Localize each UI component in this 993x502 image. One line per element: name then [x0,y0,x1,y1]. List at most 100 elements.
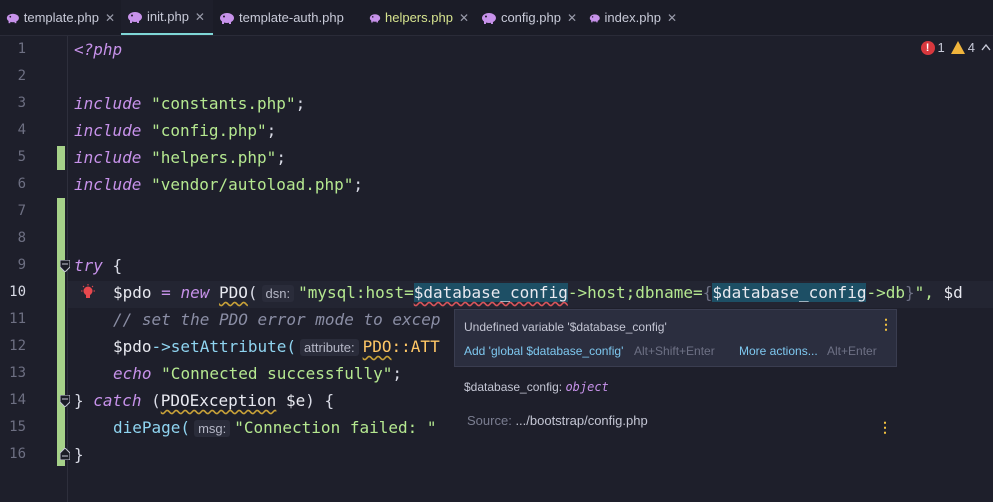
parameter-hint: attribute: [300,339,359,356]
line-number: 4 [17,122,26,138]
class-name: PDO [218,283,248,302]
fold-icon[interactable] [60,260,70,272]
code-line[interactable]: try { [74,252,122,279]
code-line[interactable]: // set the PDO error mode to excep [113,306,441,333]
line-number: 14 [9,392,26,408]
string-literal: "Connection failed: " [234,418,437,437]
php-open-tag: <?php [74,40,123,59]
tab-helpers-php[interactable]: helpers.php ✕ [363,0,475,35]
keyword: include [74,94,142,113]
line-number: 1 [17,41,26,57]
line-number: 7 [17,203,26,219]
tab-template-php[interactable]: template.php ✕ [0,0,121,35]
lightbulb-icon[interactable] [80,284,96,302]
operator: = [151,283,181,302]
string-literal: "constants.php" [151,94,296,113]
string-literal: "config.php" [151,121,267,140]
code-line[interactable]: include "config.php"; [74,117,276,144]
undefined-variable[interactable]: $database_config [413,283,568,302]
doc-signature: $database_config: object [464,380,609,394]
doc-source: Source: .../bootstrap/config.php [467,413,648,428]
string-literal: ->host;dbname= [567,283,703,302]
variable[interactable]: $database_config [712,283,867,302]
semicolon: ; [295,94,306,113]
change-marker[interactable] [57,146,65,170]
variable: $d [943,283,963,302]
paren: ( [247,283,258,302]
semicolon: ; [266,121,277,140]
string-literal: "Connected successfully" [161,364,393,383]
comment: // set the PDO error mode to excep [113,310,441,329]
close-icon[interactable]: ✕ [667,11,677,25]
brace: } [74,391,84,410]
code-line[interactable]: $pdo = new PDO(dsn: "mysql:host=$database… [113,279,963,306]
documentation-panel: $database_config: object Source: .../boo… [454,367,897,447]
line-number: 11 [9,311,26,327]
semicolon: ; [392,364,402,383]
class-name: PDOException [160,391,277,410]
brace: } [74,445,84,464]
more-options-icon[interactable]: ⋮ [878,419,892,436]
keyword: echo [113,364,152,383]
paren: ( [141,391,161,410]
line-number: 3 [17,95,26,111]
code-line[interactable]: echo "Connected successfully"; [113,360,402,387]
keyword: include [74,175,142,194]
php-elephant-icon [369,13,381,22]
code-line[interactable]: include "helpers.php"; [74,144,286,171]
source-path-link[interactable]: .../bootstrap/config.php [515,413,647,428]
paren: ) { [305,391,335,410]
inspection-indicators[interactable]: ! 1 4 [920,40,991,55]
line-number: 12 [9,338,26,354]
quick-fix-popup: Undefined variable '$database_config' ⋮ … [454,309,897,367]
line-number: 5 [17,149,26,165]
line-number: 9 [17,257,26,273]
parameter-hint: msg: [194,420,231,437]
close-icon[interactable]: ✕ [105,11,115,25]
tab-label: template.php [23,10,99,25]
close-icon[interactable]: ✕ [567,11,577,25]
tab-label: init.php [147,9,189,24]
code-line[interactable]: } [74,441,84,468]
editor-tab-bar: template.php ✕ init.php ✕ template-auth.… [0,0,993,36]
more-actions-link[interactable]: More actions... [739,344,818,358]
tab-label: template-auth.php [239,10,344,25]
code-line[interactable]: <?php [74,36,122,63]
chevron-up-icon[interactable] [981,42,991,54]
string-literal: "mysql:host= [298,283,414,302]
brace: { [702,283,713,302]
fold-icon[interactable] [60,395,70,407]
tab-config-php[interactable]: config.php ✕ [475,0,583,35]
variable: $pdo [113,337,152,356]
close-icon[interactable]: ✕ [459,11,469,25]
keyword: try [74,256,103,275]
line-number: 16 [9,446,26,462]
variable: $pdo [113,283,152,302]
php-elephant-icon [6,13,19,23]
code-line[interactable]: } catch (PDOException $e) { [74,387,334,414]
brace: } [904,283,915,302]
line-number: 13 [9,365,26,381]
php-elephant-icon [589,13,600,22]
code-line[interactable]: include "constants.php"; [74,90,305,117]
change-marker[interactable] [57,198,65,466]
tab-label: config.php [500,10,561,25]
code-line[interactable]: include "vendor/autoload.php"; [74,171,363,198]
tab-index-php[interactable]: index.php ✕ [583,0,683,35]
fold-icon[interactable] [60,448,70,460]
php-elephant-icon [481,12,496,24]
tab-label: index.php [604,10,661,25]
line-number: 10 [9,284,26,300]
add-global-fix-link[interactable]: Add 'global $database_config' [464,344,623,358]
popup-title: Undefined variable '$database_config' [464,320,667,334]
more-options-icon[interactable]: ⋮ [879,316,893,333]
source-label: Source: [467,413,512,428]
code-line[interactable]: diePage(msg: "Connection failed: " [113,414,437,441]
tab-init-php[interactable]: init.php ✕ [121,0,213,35]
shortcut-hint: Alt+Enter [827,344,877,358]
close-icon[interactable]: ✕ [195,10,205,24]
code-line[interactable]: $pdo->setAttribute(attribute: PDO::ATT [113,333,440,360]
php-elephant-icon [220,12,234,24]
error-count: 1 [937,40,945,55]
tab-template-auth-php[interactable]: template-auth.php [213,0,363,35]
